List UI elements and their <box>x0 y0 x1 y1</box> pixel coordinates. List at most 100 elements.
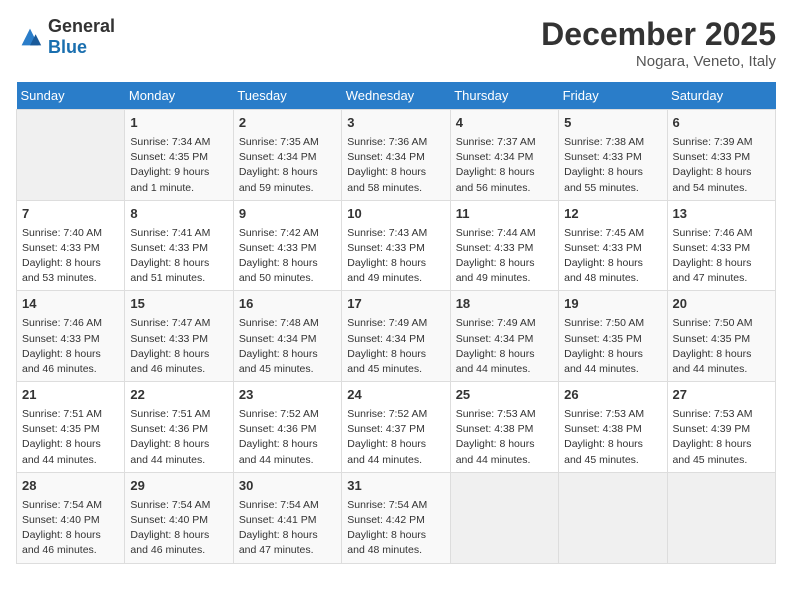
day-header-tuesday: Tuesday <box>233 82 341 110</box>
cell-content: Sunrise: 7:50 AMSunset: 4:35 PMDaylight:… <box>673 316 770 377</box>
cell-content: Sunrise: 7:49 AMSunset: 4:34 PMDaylight:… <box>347 316 444 377</box>
calendar-cell: 20Sunrise: 7:50 AMSunset: 4:35 PMDayligh… <box>667 291 775 382</box>
day-number: 8 <box>130 205 227 224</box>
cell-content: Sunrise: 7:36 AMSunset: 4:34 PMDaylight:… <box>347 135 444 196</box>
day-number: 10 <box>347 205 444 224</box>
day-number: 14 <box>22 295 119 314</box>
day-number: 23 <box>239 386 336 405</box>
calendar-cell: 10 Sunrise: 7:43 AMSunset: 4:33 PMDayligh… <box>342 200 450 291</box>
day-header-friday: Friday <box>559 82 667 110</box>
cell-content: Sunrise: 7:34 AMSunset: 4:35 PMDaylight:… <box>130 135 227 196</box>
calendar-cell: 2 Sunrise: 7:35 AMSunset: 4:34 PMDaylight… <box>233 110 341 201</box>
day-number: 15 <box>130 295 227 314</box>
day-number: 29 <box>130 477 227 496</box>
cell-content: Sunrise: 7:37 AMSunset: 4:34 PMDaylight:… <box>456 135 553 196</box>
cell-content: Sunrise: 7:50 AMSunset: 4:35 PMDaylight:… <box>564 316 661 377</box>
day-number: 26 <box>564 386 661 405</box>
location: Nogara, Veneto, Italy <box>541 53 776 70</box>
calendar-cell: 30Sunrise: 7:54 AMSunset: 4:41 PMDayligh… <box>233 472 341 563</box>
cell-content: Sunrise: 7:49 AMSunset: 4:34 PMDaylight:… <box>456 316 553 377</box>
day-number: 22 <box>130 386 227 405</box>
day-header-saturday: Saturday <box>667 82 775 110</box>
calendar-cell <box>667 472 775 563</box>
day-number: 24 <box>347 386 444 405</box>
calendar-cell: 23 Sunrise: 7:52 AMSunset: 4:36 PMDayligh… <box>233 382 341 473</box>
day-number: 9 <box>239 205 336 224</box>
day-number: 25 <box>456 386 553 405</box>
cell-content: Sunrise: 7:35 AMSunset: 4:34 PMDaylight:… <box>239 135 336 196</box>
day-number: 19 <box>564 295 661 314</box>
calendar-cell: 17 Sunrise: 7:49 AMSunset: 4:34 PMDayligh… <box>342 291 450 382</box>
calendar-cell: 27 Sunrise: 7:53 AMSunset: 4:39 PMDayligh… <box>667 382 775 473</box>
calendar-cell: 25 Sunrise: 7:53 AMSunset: 4:38 PMDayligh… <box>450 382 558 473</box>
calendar-cell: 11 Sunrise: 7:44 AMSunset: 4:33 PMDayligh… <box>450 200 558 291</box>
calendar-cell: 24 Sunrise: 7:52 AMSunset: 4:37 PMDayligh… <box>342 382 450 473</box>
day-header-sunday: Sunday <box>17 82 125 110</box>
calendar-cell: 5Sunrise: 7:38 AMSunset: 4:33 PMDaylight… <box>559 110 667 201</box>
day-number: 11 <box>456 205 553 224</box>
cell-content: Sunrise: 7:53 AMSunset: 4:39 PMDaylight:… <box>673 407 770 468</box>
day-header-monday: Monday <box>125 82 233 110</box>
cell-content: Sunrise: 7:39 AMSunset: 4:33 PMDaylight:… <box>673 135 770 196</box>
day-number: 31 <box>347 477 444 496</box>
calendar-cell: 18 Sunrise: 7:49 AMSunset: 4:34 PMDayligh… <box>450 291 558 382</box>
calendar-cell: 14Sunrise: 7:46 AMSunset: 4:33 PMDayligh… <box>17 291 125 382</box>
calendar-header-row: SundayMondayTuesdayWednesdayThursdayFrid… <box>17 82 776 110</box>
day-number: 7 <box>22 205 119 224</box>
calendar-cell: 21Sunrise: 7:51 AMSunset: 4:35 PMDayligh… <box>17 382 125 473</box>
cell-content: Sunrise: 7:40 AMSunset: 4:33 PMDaylight:… <box>22 226 119 287</box>
cell-content: Sunrise: 7:54 AMSunset: 4:42 PMDaylight:… <box>347 498 444 559</box>
calendar-cell <box>559 472 667 563</box>
calendar-cell: 7 Sunrise: 7:40 AMSunset: 4:33 PMDaylight… <box>17 200 125 291</box>
calendar-cell: 8 Sunrise: 7:41 AMSunset: 4:33 PMDaylight… <box>125 200 233 291</box>
cell-content: Sunrise: 7:42 AMSunset: 4:33 PMDaylight:… <box>239 226 336 287</box>
cell-content: Sunrise: 7:51 AMSunset: 4:35 PMDaylight:… <box>22 407 119 468</box>
calendar-week-row: 28 Sunrise: 7:54 AMSunset: 4:40 PMDayligh… <box>17 472 776 563</box>
calendar-table: SundayMondayTuesdayWednesdayThursdayFrid… <box>16 82 776 564</box>
day-header-wednesday: Wednesday <box>342 82 450 110</box>
calendar-cell: 12Sunrise: 7:45 AMSunset: 4:33 PMDayligh… <box>559 200 667 291</box>
cell-content: Sunrise: 7:54 AMSunset: 4:40 PMDaylight:… <box>130 498 227 559</box>
cell-content: Sunrise: 7:51 AMSunset: 4:36 PMDaylight:… <box>130 407 227 468</box>
month-title: December 2025 <box>541 16 776 53</box>
calendar-week-row: 7 Sunrise: 7:40 AMSunset: 4:33 PMDaylight… <box>17 200 776 291</box>
day-number: 27 <box>673 386 770 405</box>
calendar-cell: 28 Sunrise: 7:54 AMSunset: 4:40 PMDayligh… <box>17 472 125 563</box>
cell-content: Sunrise: 7:45 AMSunset: 4:33 PMDaylight:… <box>564 226 661 287</box>
day-number: 13 <box>673 205 770 224</box>
cell-content: Sunrise: 7:44 AMSunset: 4:33 PMDaylight:… <box>456 226 553 287</box>
cell-content: Sunrise: 7:54 AMSunset: 4:40 PMDaylight:… <box>22 498 119 559</box>
cell-content: Sunrise: 7:47 AMSunset: 4:33 PMDaylight:… <box>130 316 227 377</box>
calendar-cell: 4 Sunrise: 7:37 AMSunset: 4:34 PMDaylight… <box>450 110 558 201</box>
day-number: 4 <box>456 114 553 133</box>
cell-content: Sunrise: 7:52 AMSunset: 4:37 PMDaylight:… <box>347 407 444 468</box>
logo: General Blue <box>16 16 115 58</box>
calendar-week-row: 14Sunrise: 7:46 AMSunset: 4:33 PMDayligh… <box>17 291 776 382</box>
calendar-cell: 1Sunrise: 7:34 AMSunset: 4:35 PMDaylight… <box>125 110 233 201</box>
calendar-body: 1Sunrise: 7:34 AMSunset: 4:35 PMDaylight… <box>17 110 776 564</box>
cell-content: Sunrise: 7:53 AMSunset: 4:38 PMDaylight:… <box>564 407 661 468</box>
logo-icon <box>16 23 44 51</box>
cell-content: Sunrise: 7:48 AMSunset: 4:34 PMDaylight:… <box>239 316 336 377</box>
day-number: 28 <box>22 477 119 496</box>
cell-content: Sunrise: 7:43 AMSunset: 4:33 PMDaylight:… <box>347 226 444 287</box>
day-header-thursday: Thursday <box>450 82 558 110</box>
calendar-cell: 19 Sunrise: 7:50 AMSunset: 4:35 PMDayligh… <box>559 291 667 382</box>
day-number: 16 <box>239 295 336 314</box>
cell-content: Sunrise: 7:53 AMSunset: 4:38 PMDaylight:… <box>456 407 553 468</box>
calendar-cell: 16 Sunrise: 7:48 AMSunset: 4:34 PMDayligh… <box>233 291 341 382</box>
calendar-cell: 22 Sunrise: 7:51 AMSunset: 4:36 PMDayligh… <box>125 382 233 473</box>
calendar-cell: 29 Sunrise: 7:54 AMSunset: 4:40 PMDayligh… <box>125 472 233 563</box>
page-header: General Blue December 2025 Nogara, Venet… <box>16 16 776 70</box>
calendar-cell: 15 Sunrise: 7:47 AMSunset: 4:33 PMDayligh… <box>125 291 233 382</box>
cell-content: Sunrise: 7:52 AMSunset: 4:36 PMDaylight:… <box>239 407 336 468</box>
day-number: 18 <box>456 295 553 314</box>
calendar-week-row: 1Sunrise: 7:34 AMSunset: 4:35 PMDaylight… <box>17 110 776 201</box>
day-number: 17 <box>347 295 444 314</box>
day-number: 30 <box>239 477 336 496</box>
cell-content: Sunrise: 7:41 AMSunset: 4:33 PMDaylight:… <box>130 226 227 287</box>
day-number: 2 <box>239 114 336 133</box>
day-number: 6 <box>673 114 770 133</box>
calendar-cell: 3Sunrise: 7:36 AMSunset: 4:34 PMDaylight… <box>342 110 450 201</box>
calendar-cell: 13Sunrise: 7:46 AMSunset: 4:33 PMDayligh… <box>667 200 775 291</box>
